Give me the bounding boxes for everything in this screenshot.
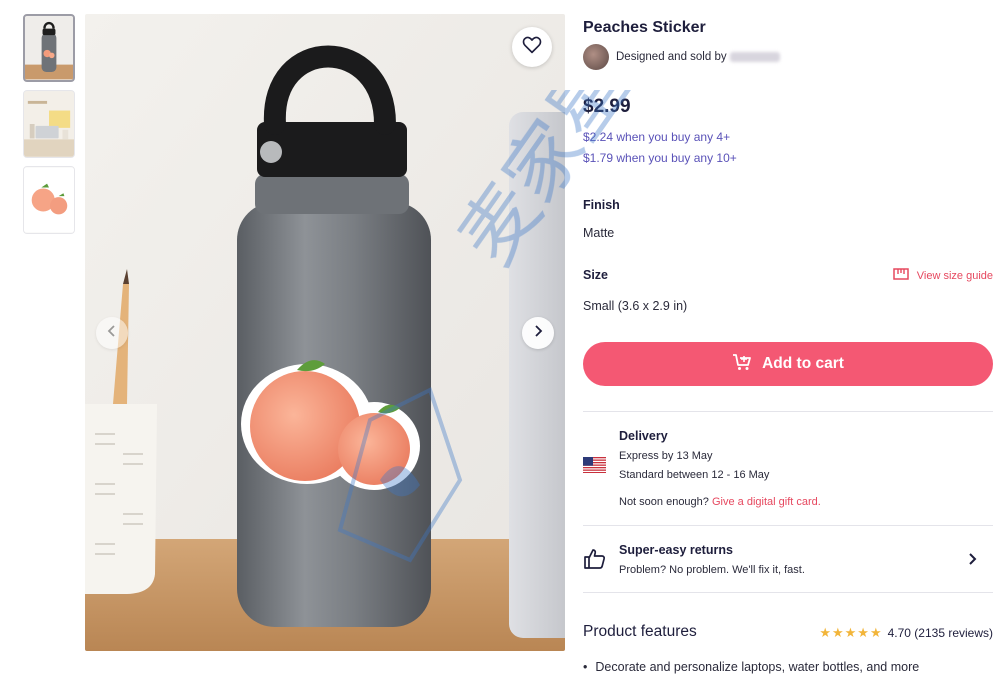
- thumbnail-desk[interactable]: [23, 90, 75, 158]
- delivery-express: Express by 13 May: [619, 450, 713, 462]
- list-item: • Decorate and personalize laptops, water…: [583, 660, 919, 674]
- star-icon: ★: [831, 625, 844, 640]
- delivery-standard: Standard between 12 - 16 May: [619, 469, 770, 481]
- next-image-button[interactable]: [522, 317, 554, 349]
- thumbs-up-icon: [583, 547, 607, 576]
- bullet-icon: •: [583, 660, 588, 674]
- seller-name-blurred[interactable]: [729, 52, 780, 62]
- gift-card-link[interactable]: Give a digital gift card.: [712, 496, 821, 508]
- returns-title: Super-easy returns: [619, 543, 733, 557]
- product-image: [85, 14, 565, 651]
- divider: [583, 525, 993, 526]
- returns-subtitle: Problem? No problem. We'll fix it, fast.: [619, 564, 805, 576]
- size-guide-link[interactable]: View size guide: [893, 268, 993, 283]
- rating-value: 4.70: [887, 626, 911, 640]
- bulk-price-10: $1.79 when you buy any 10+: [583, 151, 737, 165]
- finish-value[interactable]: Matte: [583, 226, 614, 240]
- add-to-cart-label: Add to cart: [762, 355, 844, 372]
- product-features-title: Product features: [583, 623, 697, 640]
- product-title: Peaches Sticker: [583, 19, 706, 36]
- review-count: (2135 reviews): [914, 626, 993, 640]
- star-icon: ★: [869, 625, 882, 640]
- size-value[interactable]: Small (3.6 x 2.9 in): [583, 299, 687, 313]
- cart-icon: [732, 353, 762, 376]
- add-to-cart-button[interactable]: Add to cart: [583, 342, 993, 386]
- divider: [583, 592, 993, 593]
- size-guide-label: View size guide: [916, 269, 993, 282]
- delivery-title: Delivery: [619, 429, 668, 443]
- thumbnail-bottle[interactable]: [23, 14, 75, 82]
- star-icon: ★: [844, 625, 857, 640]
- favorite-button[interactable]: [512, 27, 552, 67]
- thumbnail-strip: [23, 14, 75, 242]
- bulk-price-4: $2.24 when you buy any 4+: [583, 130, 731, 144]
- star-icon: ★: [819, 625, 831, 640]
- rating-summary[interactable]: ★ ★ ★ ★ ★ 4.70 (2135 reviews): [819, 625, 993, 641]
- seller-info[interactable]: Designed and sold by: [583, 44, 780, 70]
- thumbnail-sticker[interactable]: [23, 166, 75, 234]
- finish-label: Finish: [583, 198, 620, 212]
- chevron-right-icon[interactable]: [967, 552, 977, 571]
- size-label: Size: [583, 268, 609, 282]
- price: $2.99: [583, 96, 631, 117]
- delivery-gift-note: Not soon enough? Give a digital gift car…: [619, 496, 821, 508]
- chevron-right-icon: [533, 324, 543, 342]
- us-flag-icon: [583, 457, 606, 473]
- feature-text: Decorate and personalize laptops, water …: [595, 660, 920, 674]
- ruler-icon: [893, 268, 917, 283]
- star-rating: ★ ★ ★ ★ ★: [819, 625, 882, 641]
- seller-prefix: Designed and sold by: [616, 51, 727, 63]
- heart-icon: [522, 36, 542, 59]
- star-icon: ★: [857, 625, 869, 640]
- avatar[interactable]: [583, 44, 609, 70]
- previous-image-button[interactable]: [96, 317, 128, 349]
- divider: [583, 411, 993, 412]
- not-soon-text: Not soon enough?: [619, 496, 709, 508]
- chevron-left-icon: [107, 324, 117, 342]
